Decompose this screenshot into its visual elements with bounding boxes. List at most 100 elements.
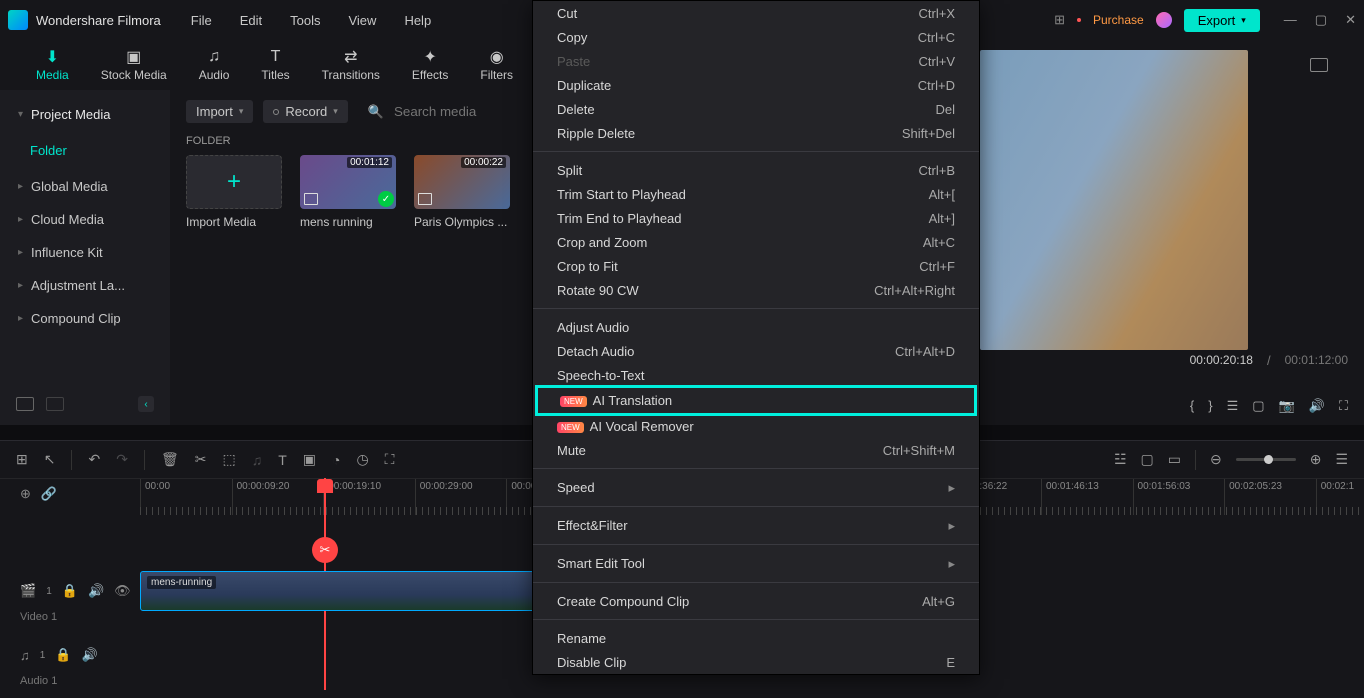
ctx-rotate[interactable]: Rotate 90 CWCtrl+Alt+Right	[533, 278, 979, 302]
zoom-in-icon[interactable]: ⊕	[1310, 451, 1322, 468]
ctx-speech-to-text[interactable]: Speech-to-Text	[533, 363, 979, 387]
ctx-smart-edit[interactable]: Smart Edit Tool▸	[533, 551, 979, 576]
crop-icon[interactable]: ⬚	[222, 451, 235, 468]
ctx-trim-end[interactable]: Trim End to PlayheadAlt+]	[533, 206, 979, 230]
mute-icon[interactable]: 🔊	[88, 583, 104, 599]
ctx-delete[interactable]: DeleteDel	[533, 97, 979, 121]
ctx-split[interactable]: SplitCtrl+B	[533, 158, 979, 182]
list-icon[interactable]: ☰	[1227, 398, 1239, 414]
caption-icon[interactable]: ▭	[1168, 451, 1181, 468]
ctx-crop-fit[interactable]: Crop to FitCtrl+F	[533, 254, 979, 278]
zoom-slider[interactable]	[1236, 458, 1296, 461]
grid-icon[interactable]: ⊞	[1054, 12, 1065, 28]
sidebar-folder[interactable]: Folder	[0, 131, 170, 170]
ctx-speed[interactable]: Speed▸	[533, 475, 979, 500]
undo-icon[interactable]: ↶	[88, 451, 100, 468]
tab-titles[interactable]: TTitles	[261, 48, 289, 82]
ctx-trim-start[interactable]: Trim Start to PlayheadAlt+[	[533, 182, 979, 206]
total-time: 00:01:12:00	[1285, 353, 1348, 367]
close-button[interactable]: ✕	[1345, 12, 1356, 28]
frame-icon[interactable]: ▣	[303, 451, 316, 468]
media-thumb[interactable]: 00:01:12 ✓ mens running	[300, 155, 396, 229]
media-sidebar: ▾Project Media Folder ▸Global Media ▸Clo…	[0, 90, 170, 425]
ctx-copy[interactable]: CopyCtrl+C	[533, 25, 979, 49]
music-icon[interactable]: ♫	[252, 452, 263, 468]
expand-icon[interactable]: ⛶	[385, 451, 395, 468]
video-clip[interactable]: mens-running	[140, 571, 540, 611]
ctx-effect-filter[interactable]: Effect&Filter▸	[533, 513, 979, 538]
ctx-ai-translation[interactable]: NEWAI Translation	[535, 385, 977, 416]
collapse-sidebar-icon[interactable]: ‹	[138, 396, 154, 412]
folder-icon[interactable]	[46, 397, 64, 411]
ctx-cut[interactable]: CutCtrl+X	[533, 1, 979, 25]
menu-edit[interactable]: Edit	[240, 13, 262, 28]
import-dropdown[interactable]: Import▾	[186, 100, 253, 123]
tab-transitions[interactable]: ⇄Transitions	[322, 48, 380, 82]
avatar[interactable]	[1156, 12, 1172, 28]
menu-tools[interactable]: Tools	[290, 13, 320, 28]
monitor-icon[interactable]: ▢	[1252, 398, 1264, 414]
eye-icon[interactable]: 👁	[114, 583, 131, 599]
brace-open-icon[interactable]: {	[1190, 398, 1194, 414]
film-icon	[418, 193, 432, 205]
mixer-icon[interactable]: ☳	[1114, 451, 1127, 468]
speed-icon[interactable]: ◔	[332, 452, 340, 468]
ctx-adjust-audio[interactable]: Adjust Audio	[533, 315, 979, 339]
timer-icon[interactable]: ◷	[356, 451, 368, 468]
view-icon[interactable]: ☰	[1335, 451, 1348, 468]
media-thumb[interactable]: 00:00:22 Paris Olympics ...	[414, 155, 510, 229]
zoom-out-icon[interactable]: ⊖	[1210, 451, 1222, 468]
volume-icon[interactable]: 🔊	[1309, 398, 1325, 414]
import-media-tile[interactable]: + Import Media	[186, 155, 282, 229]
sidebar-footer: ‹	[0, 388, 170, 420]
sidebar-item-global-media[interactable]: ▸Global Media	[0, 170, 170, 203]
ctx-duplicate[interactable]: DuplicateCtrl+D	[533, 73, 979, 97]
video-track-icon[interactable]: 🎬	[20, 583, 36, 599]
camera-icon[interactable]: 📷	[1279, 398, 1295, 414]
marker-icon[interactable]: ▢	[1141, 451, 1154, 468]
purchase-link[interactable]: Purchase	[1093, 13, 1144, 27]
ctx-rename[interactable]: Rename	[533, 626, 979, 650]
redo-icon[interactable]: ↷	[116, 451, 128, 468]
minimize-button[interactable]: —	[1284, 12, 1297, 28]
mute-icon[interactable]: 🔊	[82, 647, 98, 663]
cut-icon[interactable]: ✂	[195, 451, 207, 468]
sidebar-item-adjustment-layer[interactable]: ▸Adjustment La...	[0, 269, 170, 302]
ctx-crop-zoom[interactable]: Crop and ZoomAlt+C	[533, 230, 979, 254]
tab-filters[interactable]: ◉Filters	[480, 48, 513, 82]
cursor-icon[interactable]: ↖	[44, 451, 56, 468]
tab-audio[interactable]: ♫Audio	[199, 48, 230, 82]
ctx-ripple-delete[interactable]: Ripple DeleteShift+Del	[533, 121, 979, 145]
maximize-button[interactable]: ▢	[1315, 12, 1327, 28]
sidebar-item-project-media[interactable]: ▾Project Media	[0, 98, 170, 131]
fullscreen-icon[interactable]: ⛶	[1339, 398, 1348, 414]
lock-icon[interactable]: 🔒	[62, 583, 78, 599]
scissors-icon[interactable]: ✂	[312, 537, 338, 563]
ctx-ai-vocal-remover[interactable]: NEWAI Vocal Remover	[533, 414, 979, 438]
delete-icon[interactable]: 🗑	[161, 451, 179, 468]
new-folder-icon[interactable]	[16, 397, 34, 411]
text-icon[interactable]: T	[278, 452, 287, 468]
export-button[interactable]: Export▾	[1184, 9, 1260, 32]
grid-icon[interactable]: ⊞	[16, 451, 28, 468]
notif-dot	[1077, 18, 1081, 22]
tab-media[interactable]: ⬇Media	[36, 48, 69, 82]
sidebar-item-influence-kit[interactable]: ▸Influence Kit	[0, 236, 170, 269]
sidebar-item-cloud-media[interactable]: ▸Cloud Media	[0, 203, 170, 236]
menu-help[interactable]: Help	[404, 13, 431, 28]
lock-icon[interactable]: 🔒	[55, 647, 71, 663]
menu-file[interactable]: File	[191, 13, 212, 28]
film-icon	[304, 193, 318, 205]
ctx-compound-clip[interactable]: Create Compound ClipAlt+G	[533, 589, 979, 613]
context-menu: CutCtrl+X CopyCtrl+C PasteCtrl+V Duplica…	[532, 0, 980, 675]
sidebar-item-compound-clip[interactable]: ▸Compound Clip	[0, 302, 170, 335]
ctx-disable-clip[interactable]: Disable ClipE	[533, 650, 979, 674]
ctx-detach-audio[interactable]: Detach AudioCtrl+Alt+D	[533, 339, 979, 363]
tab-effects[interactable]: ✦Effects	[412, 48, 448, 82]
brace-close-icon[interactable]: }	[1208, 398, 1212, 414]
menu-view[interactable]: View	[348, 13, 376, 28]
record-dropdown[interactable]: Record▾	[263, 100, 347, 123]
audio-track-icon[interactable]: ♫	[20, 648, 30, 663]
ctx-mute[interactable]: MuteCtrl+Shift+M	[533, 438, 979, 462]
tab-stock-media[interactable]: ▣Stock Media	[101, 48, 167, 82]
